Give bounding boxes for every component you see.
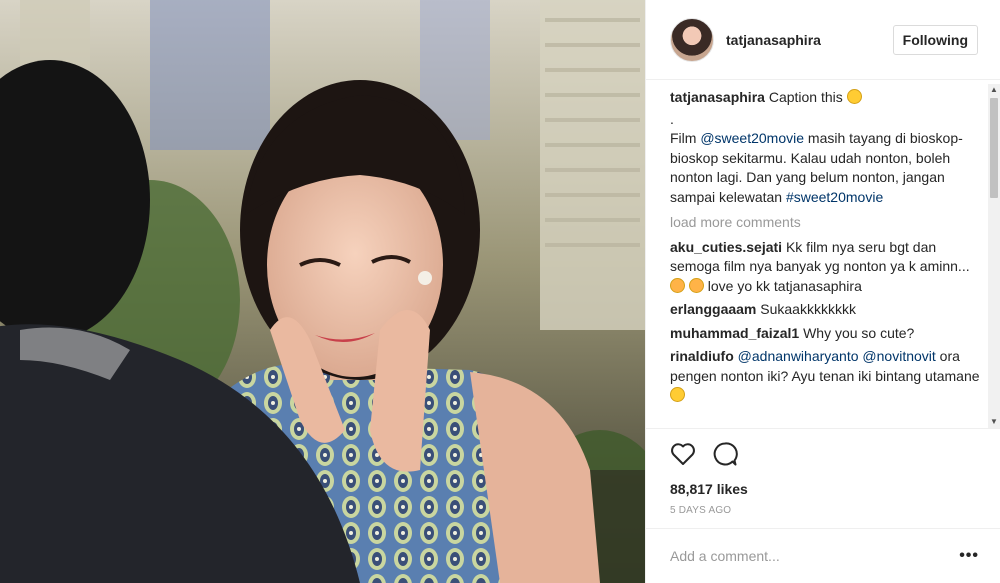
following-button[interactable]: Following [892, 24, 978, 55]
avatar[interactable] [670, 17, 714, 62]
kiss-emoji-icon [670, 277, 685, 293]
comment-item: muhammad_faizal1 Why you so cute? [670, 324, 980, 344]
comment-input[interactable] [670, 548, 960, 564]
ellipsis-icon[interactable]: ••• [959, 547, 979, 565]
comment-item: erlanggaaam Sukaakkkkkkkk [670, 300, 980, 320]
post-actions: 88,817 likes 5 DAYS AGO [646, 428, 1000, 516]
comment-username[interactable]: rinaldiufo [670, 348, 734, 364]
heart-eyes-emoji-icon [670, 387, 685, 402]
kiss-emoji-icon [688, 277, 704, 293]
caption-username[interactable]: tatjanasaphira [670, 89, 765, 105]
comment-list: tatjanasaphira Caption this . Film @swee… [670, 88, 980, 428]
smile-emoji-icon [846, 89, 862, 104]
comment-text: Why you so cute? [803, 324, 915, 341]
post-photo-image [0, 0, 645, 583]
comment-username[interactable]: aku_cuties.sejati [670, 239, 782, 255]
caption-body-pre: Film [670, 130, 701, 146]
comment-item: rinaldiufo @adnanwiharyanto @novitnovit … [670, 347, 980, 406]
caption: tatjanasaphira Caption this . Film @swee… [670, 88, 980, 207]
caption-dot: . [670, 110, 674, 127]
post-username[interactable]: tatjanasaphira [726, 32, 893, 48]
caption-body: . Film @sweet20movie masih tayang di bio… [670, 110, 980, 208]
add-comment-bar: ••• [646, 528, 1000, 583]
caption-mention-link[interactable]: @sweet20movie [700, 130, 804, 146]
action-icons [670, 439, 977, 471]
comment-text-tail: love yo kk tatjanasaphira [707, 277, 862, 294]
load-more-comments[interactable]: load more comments [670, 213, 980, 233]
comment-username[interactable]: muhammad_faizal1 [670, 325, 799, 341]
comment-mention-link[interactable]: @novitnovit [862, 348, 935, 364]
post-timestamp[interactable]: 5 DAYS AGO [670, 505, 977, 516]
comment-mention-link[interactable]: @adnanwiharyanto [738, 348, 859, 364]
comments-scrollbar[interactable]: ▲ ▼ [988, 84, 1000, 428]
speech-bubble-icon[interactable] [712, 441, 738, 470]
scroll-up-arrow-icon[interactable]: ▲ [988, 84, 1000, 96]
comment-text: Sukaakkkkkkkk [760, 301, 856, 317]
post-photo[interactable] [0, 0, 645, 583]
comment-item: aku_cuties.sejati Kk film nya seru bgt d… [670, 238, 980, 297]
post-sidebar: tatjanasaphira Following tatjanasaphira … [645, 0, 1000, 583]
comment-username[interactable]: erlanggaaam [670, 301, 756, 317]
scroll-thumb[interactable] [990, 98, 998, 198]
caption-hashtag-link[interactable]: #sweet20movie [786, 189, 883, 205]
post-header: tatjanasaphira Following [646, 0, 1000, 80]
likes-count[interactable]: 88,817 likes [670, 481, 977, 497]
heart-icon[interactable] [670, 442, 696, 469]
scroll-down-arrow-icon[interactable]: ▼ [988, 416, 1000, 428]
caption-text: Caption this [768, 89, 843, 105]
